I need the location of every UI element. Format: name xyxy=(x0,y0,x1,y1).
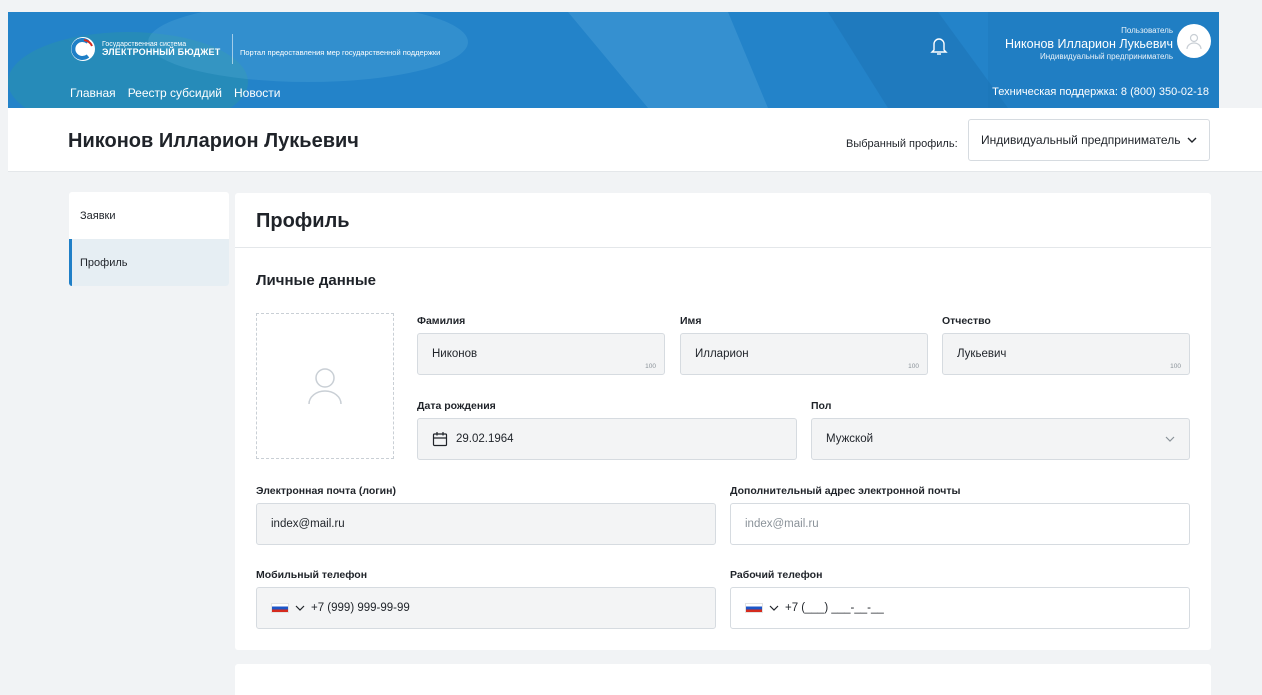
surname-field[interactable]: Никонов 100 xyxy=(417,333,665,375)
photo-upload[interactable] xyxy=(256,313,394,459)
russia-flag-icon xyxy=(271,603,289,613)
user-name: Никонов Илларион Лукьевич xyxy=(1005,37,1173,51)
page-title: Никонов Илларион Лукьевич xyxy=(68,130,359,152)
main-nav: Главная Реестр субсидий Новости xyxy=(70,86,280,100)
logo-mark-icon xyxy=(70,36,96,62)
chevron-down-icon[interactable] xyxy=(295,605,305,611)
nav-link-news[interactable]: Новости xyxy=(234,86,280,100)
birth-date-value: 29.02.1964 xyxy=(456,433,514,445)
portal-name: Портал предоставления мер государственно… xyxy=(240,48,441,57)
patronymic-field[interactable]: Лукьевич 100 xyxy=(942,333,1190,375)
logo[interactable]: Государственная система ЭЛЕКТРОННЫЙ БЮДЖ… xyxy=(70,36,220,62)
support-phone: Техническая поддержка: 8 (800) 350-02-18 xyxy=(992,86,1209,98)
sidebar-item-applications[interactable]: Заявки xyxy=(69,192,229,239)
gender-label: Пол xyxy=(811,400,832,412)
patronymic-label: Отчество xyxy=(942,315,991,327)
profile-select[interactable]: Индивидуальный предприниматель xyxy=(968,119,1210,161)
work-phone-placeholder: +7 (___) ___-__-__ xyxy=(785,602,884,614)
logo-divider xyxy=(232,34,233,64)
email-value: index@mail.ru xyxy=(271,518,345,530)
logo-title: ЭЛЕКТРОННЫЙ БЮДЖЕТ xyxy=(102,46,221,57)
name-field[interactable]: Илларион 100 xyxy=(680,333,928,375)
work-phone-label: Рабочий телефон xyxy=(730,569,823,581)
mobile-phone-field[interactable]: +7 (999) 999-99-99 xyxy=(256,587,716,629)
user-avatar-icon[interactable] xyxy=(1177,24,1211,58)
email-label: Электронная почта (логин) xyxy=(256,485,396,497)
profile-card: Профиль Личные данные Фамилия Никонов 10… xyxy=(235,193,1211,650)
extra-email-label: Дополнительный адрес электронной почты xyxy=(730,485,961,497)
email-field[interactable]: index@mail.ru xyxy=(256,503,716,545)
user-info[interactable]: Пользователь Никонов Илларион Лукьевич И… xyxy=(1005,26,1173,61)
work-phone-input[interactable]: +7 (___) ___-__-__ xyxy=(730,587,1190,629)
gender-select[interactable]: Мужской xyxy=(811,418,1190,460)
russia-flag-icon xyxy=(745,603,763,613)
nav-link-subsidy-registry[interactable]: Реестр субсидий xyxy=(128,86,222,100)
notifications-bell-icon[interactable] xyxy=(930,36,948,56)
gender-value: Мужской xyxy=(826,433,874,445)
extra-email-input[interactable]: index@mail.ru xyxy=(730,503,1190,545)
calendar-icon xyxy=(432,432,448,447)
nav-link-home[interactable]: Главная xyxy=(70,86,116,100)
selected-profile-label: Выбранный профиль: xyxy=(846,138,958,150)
profile-select-value: Индивидуальный предприниматель xyxy=(981,133,1181,147)
extra-email-placeholder: index@mail.ru xyxy=(745,518,819,530)
site-header: Государственная система ЭЛЕКТРОННЫЙ БЮДЖ… xyxy=(8,12,1219,108)
mobile-phone-value: +7 (999) 999-99-99 xyxy=(311,602,410,614)
logo-text: Государственная система ЭЛЕКТРОННЫЙ БЮДЖ… xyxy=(102,41,220,58)
surname-label: Фамилия xyxy=(417,315,466,327)
user-placeholder-icon xyxy=(308,368,342,405)
user-role: Индивидуальный предприниматель xyxy=(1040,52,1173,61)
mobile-phone-label: Мобильный телефон xyxy=(256,569,368,581)
user-caption: Пользователь xyxy=(1121,26,1173,35)
patronymic-value: Лукьевич xyxy=(957,348,1007,360)
chevron-down-icon xyxy=(1165,436,1175,442)
section-title-personal-data: Личные данные xyxy=(256,272,376,289)
next-section-card xyxy=(235,664,1211,695)
name-char-limit: 100 xyxy=(908,363,919,370)
card-title: Профиль xyxy=(256,210,350,232)
profile-title-bar: Никонов Илларион Лукьевич Выбранный проф… xyxy=(8,108,1262,172)
chevron-down-icon xyxy=(1187,137,1197,143)
patronymic-char-limit: 100 xyxy=(1170,363,1181,370)
surname-value: Никонов xyxy=(432,348,478,360)
birth-date-field[interactable]: 29.02.1964 xyxy=(417,418,797,460)
divider xyxy=(235,247,1211,248)
birth-date-label: Дата рождения xyxy=(417,400,496,412)
surname-char-limit: 100 xyxy=(645,363,656,370)
side-menu: Заявки Профиль xyxy=(69,192,229,286)
chevron-down-icon[interactable] xyxy=(769,605,779,611)
sidebar-item-profile[interactable]: Профиль xyxy=(69,239,229,286)
name-label: Имя xyxy=(680,315,702,327)
name-value: Илларион xyxy=(695,348,749,360)
